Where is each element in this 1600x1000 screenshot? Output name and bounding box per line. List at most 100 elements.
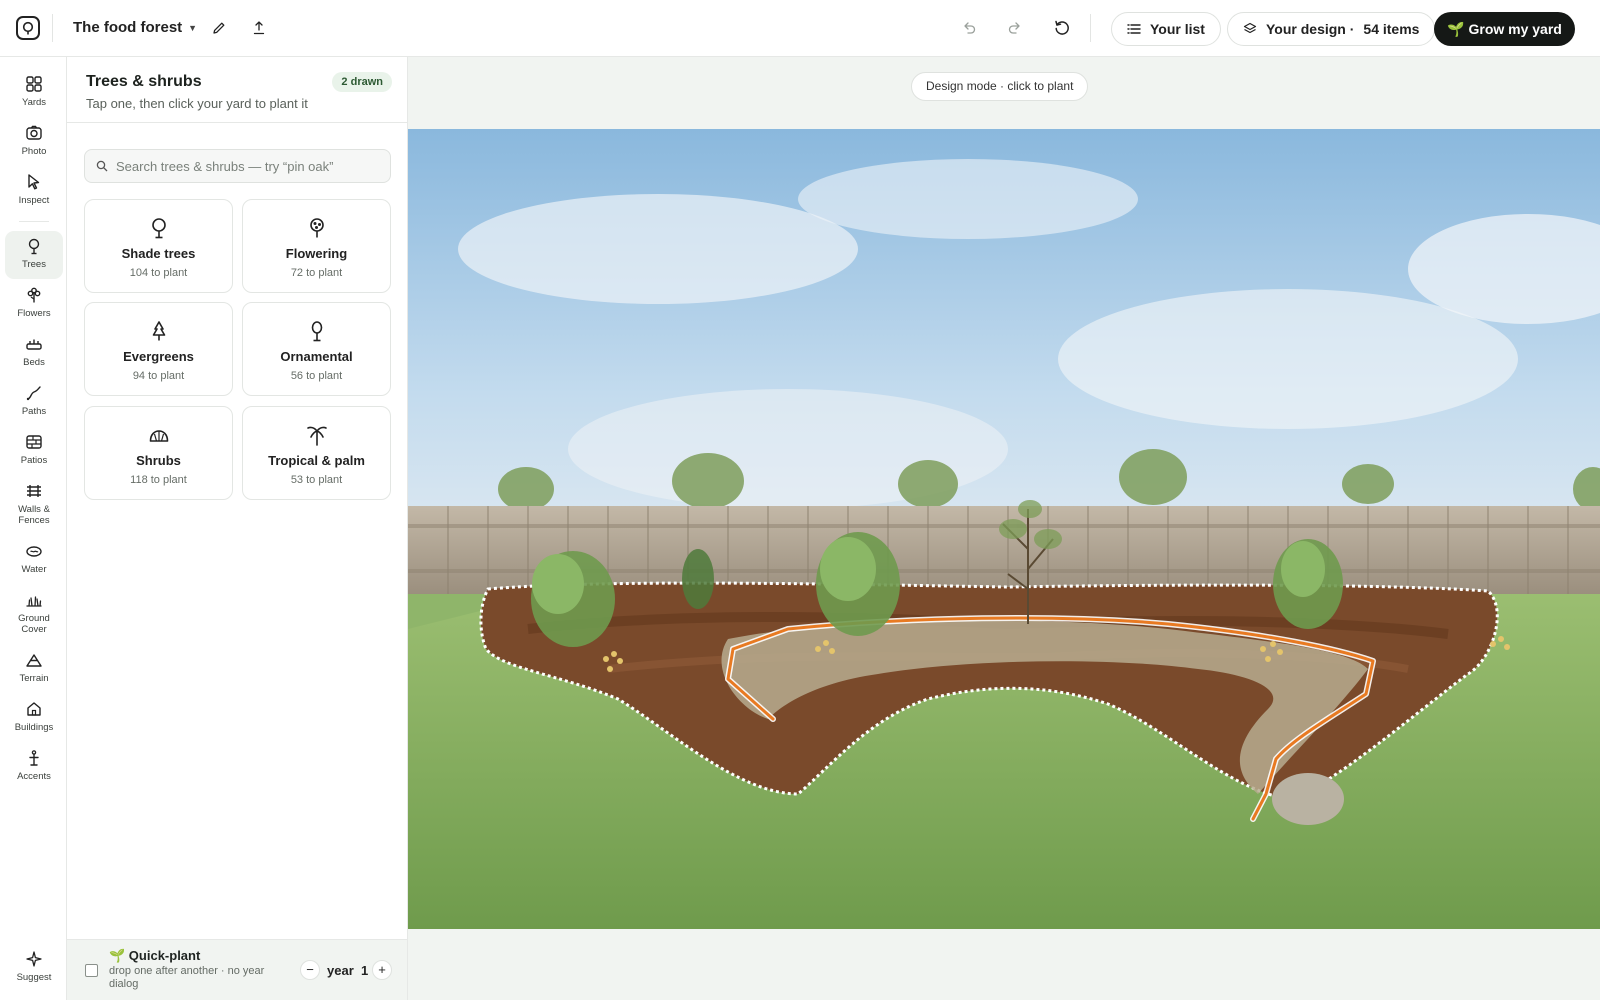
category-name: Evergreens (123, 349, 194, 364)
project-name: The food forest (73, 19, 183, 36)
rail-item-water[interactable]: Water (5, 536, 63, 575)
ornamental-tree-icon (311, 321, 322, 342)
shade-tree-icon (151, 218, 166, 239)
search-input[interactable] (116, 158, 386, 174)
category-card-evergreens[interactable]: Evergreens 94 to plant (84, 302, 233, 396)
rail-label: Yards (21, 97, 47, 108)
category-card-ornamental[interactable]: Ornamental 56 to plant (242, 302, 391, 396)
flower-icon (27, 287, 41, 303)
category-card-shade-trees[interactable]: Shade trees 104 to plant (84, 199, 233, 293)
search-box[interactable] (84, 149, 391, 183)
reset-icon[interactable] (1052, 18, 1072, 38)
rail-label: Trees (22, 259, 46, 270)
your-design-button[interactable]: Your design · 54 items (1227, 12, 1436, 46)
category-name: Ornamental (280, 349, 353, 364)
rail-item-walls-fences[interactable]: Walls & Fences (5, 476, 63, 526)
rail-item-suggest[interactable]: Suggest (5, 944, 63, 983)
rail-item-inspect[interactable]: Inspect (5, 167, 63, 206)
shrub-icon (149, 430, 168, 442)
toolbar-divider (1090, 14, 1091, 42)
rail-label: Accents (17, 771, 51, 782)
rail-label: Photo (21, 146, 47, 157)
rename-pencil-icon[interactable] (209, 18, 229, 38)
quick-plant-title: 🌱 Quick-plant (109, 948, 201, 963)
rail-item-beds[interactable]: Beds (5, 329, 63, 368)
stone (1272, 773, 1344, 825)
sparkle-icon (26, 951, 42, 967)
category-count: 94 to plant (132, 370, 185, 382)
app-logo-icon[interactable] (16, 16, 40, 40)
shrub (816, 532, 900, 636)
grass-icon (26, 596, 42, 607)
rail-label: Inspect (18, 195, 50, 206)
plant-panel: Trees & shrubs Tap one, then click your … (67, 57, 408, 1000)
tool-rail: Yards Photo Inspect Trees Flowers Beds P… (0, 57, 67, 1000)
rail-item-accents[interactable]: Accents (5, 743, 63, 782)
rail-item-flowers[interactable]: Flowers (5, 280, 63, 319)
share-icon[interactable] (249, 18, 269, 38)
rail-item-terrain[interactable]: Terrain (5, 645, 63, 684)
panel-header: Trees & shrubs Tap one, then click your … (67, 57, 407, 123)
search-icon (96, 160, 108, 172)
grid-icon (26, 76, 42, 92)
water-icon (26, 546, 42, 557)
category-name: Shrubs (136, 453, 181, 468)
shrub (531, 551, 615, 647)
year-label: year (327, 963, 354, 978)
accent-icon (29, 750, 39, 766)
rail-label: Ground Cover (18, 613, 50, 635)
cloud (798, 159, 1138, 239)
rail-item-photo[interactable]: Photo (5, 118, 63, 157)
fence-icon (27, 485, 41, 497)
layers-icon (1243, 22, 1257, 34)
project-switcher[interactable]: The food forest ▼ (73, 19, 197, 36)
camera-icon (26, 125, 42, 140)
cloud (458, 194, 858, 304)
bed-icon (26, 339, 42, 350)
panel-title: Trees & shrubs (86, 73, 202, 90)
rail-label: Flowers (17, 308, 51, 319)
palm-icon (306, 426, 327, 446)
your-design-label: Your design · (1266, 21, 1355, 37)
yard-photo[interactable] (408, 129, 1600, 929)
rail-label: Buildings (14, 722, 54, 733)
category-count: 104 to plant (129, 267, 188, 279)
rail-label: Beds (23, 357, 45, 368)
category-name: Flowering (285, 246, 348, 261)
rail-label: Terrain (19, 673, 49, 684)
rail-item-paths[interactable]: Paths (5, 378, 63, 417)
rail-item-trees[interactable]: Trees (5, 231, 63, 279)
patio-icon (26, 435, 42, 449)
rail-item-patios[interactable]: Patios (5, 427, 63, 466)
category-count: 53 to plant (290, 474, 343, 486)
undo-icon[interactable] (959, 18, 979, 38)
rail-label: Patios (20, 455, 48, 466)
year-value: 1 (360, 963, 369, 978)
rail-label: Suggest (16, 972, 52, 983)
year-decrement-button[interactable]: − (300, 960, 320, 980)
quick-plant-checkbox[interactable] (85, 964, 98, 977)
rail-item-ground-cover[interactable]: Ground Cover (5, 585, 63, 635)
house-icon (27, 702, 41, 716)
toolbar-divider (52, 14, 53, 42)
small-shrub (682, 549, 714, 609)
redo-icon[interactable] (1005, 18, 1025, 38)
rail-item-buildings[interactable]: Buildings (5, 694, 63, 733)
yard-canvas[interactable]: Design mode · click to plant (408, 57, 1600, 1000)
design-item-count: 54 items (1363, 21, 1420, 37)
rail-label: Water (21, 564, 47, 575)
cursor-icon (28, 174, 40, 190)
category-card-shrubs[interactable]: Shrubs 118 to plant (84, 406, 233, 500)
quick-plant-subtitle: drop one after another · no year dialog (109, 965, 265, 990)
year-increment-button[interactable]: + (372, 960, 392, 980)
top-bar: The food forest ▼ Your list Your design … (0, 0, 1600, 57)
rail-item-yards[interactable]: Yards (5, 69, 63, 108)
category-card-tropical-palm[interactable]: Tropical & palm 53 to plant (242, 406, 391, 500)
your-list-button[interactable]: Your list (1111, 12, 1221, 46)
rail-label: Paths (21, 406, 47, 417)
your-list-label: Your list (1150, 21, 1205, 37)
category-card-flowering[interactable]: Flowering 72 to plant (242, 199, 391, 293)
panel-subtitle: Tap one, then click your yard to plant i… (86, 96, 308, 111)
grow-my-yard-button[interactable]: 🌱 Grow my yard (1434, 12, 1575, 46)
quick-plant-bar: 🌱 Quick-plant drop one after another · n… (67, 939, 407, 1000)
